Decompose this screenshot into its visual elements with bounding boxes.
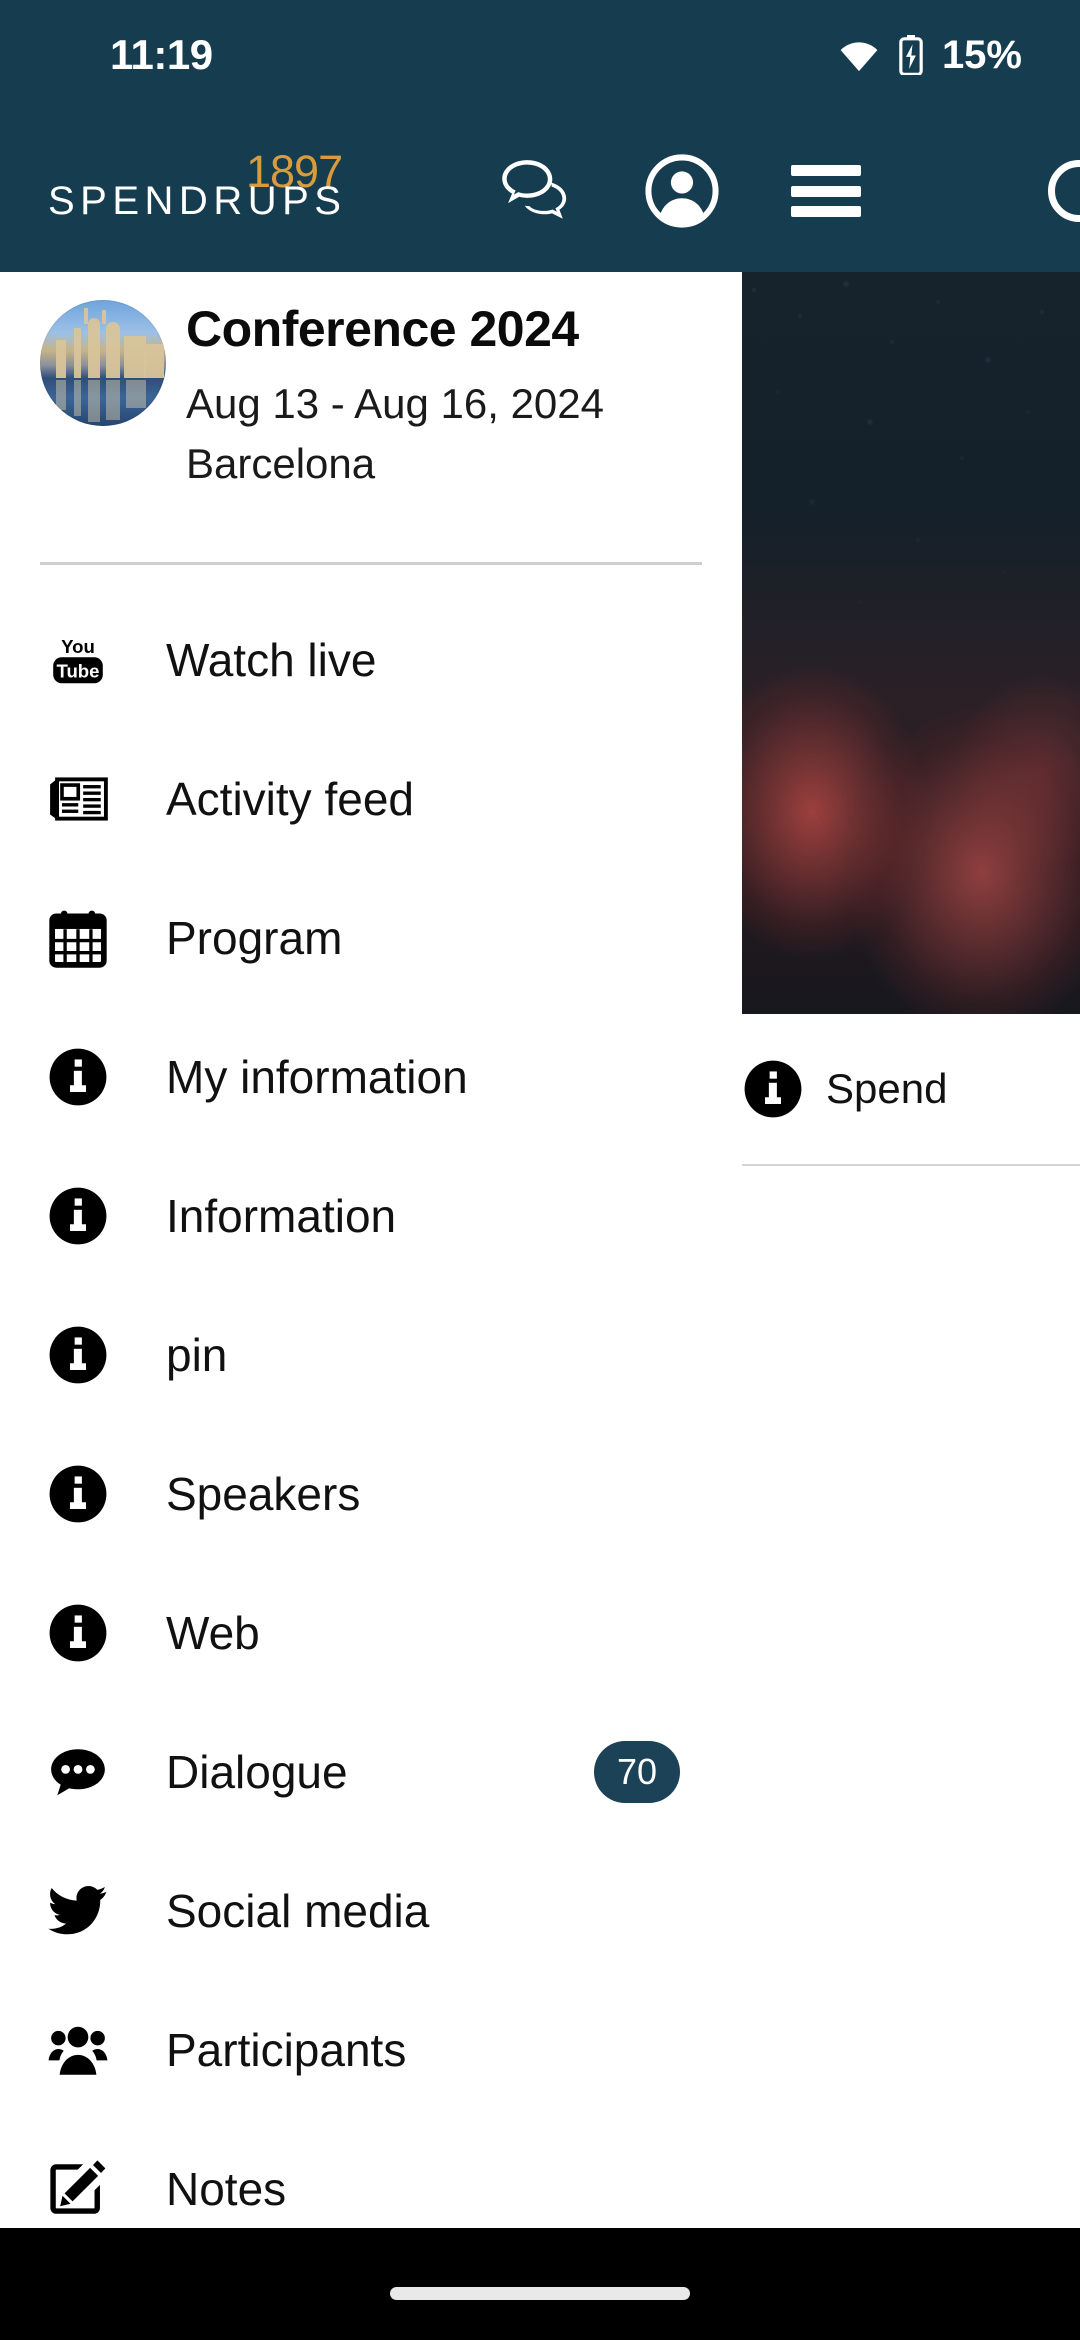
youtube-icon: You Tube <box>47 629 109 691</box>
drawer-menu-item-label: Activity feed <box>166 772 414 825</box>
battery-percent-text: 15% <box>941 32 1022 77</box>
drawer-menu-item-label: Watch live <box>166 633 377 686</box>
drawer-menu-item-label: Dialogue <box>166 1745 348 1798</box>
battery-charging-icon <box>898 35 924 75</box>
chat-bubbles-icon[interactable] <box>500 153 576 229</box>
drawer-menu-item[interactable]: Activity feed <box>0 729 742 868</box>
drawer-menu-item-label: Web <box>166 1606 260 1659</box>
pencil-square-icon <box>47 2158 109 2220</box>
drawer-menu-item-label: pin <box>166 1328 228 1381</box>
hamburger-line <box>791 165 861 176</box>
drawer-menu-item-label: Program <box>166 911 343 964</box>
newspaper-icon <box>47 768 109 830</box>
status-time: 11:19 <box>110 31 213 78</box>
drawer-menu-item[interactable]: Social media <box>0 1841 742 1980</box>
drawer-menu-item[interactable]: Program <box>0 868 742 1007</box>
drawer-menu-item[interactable]: Dialogue 70 <box>0 1702 742 1841</box>
twitter-bird-icon <box>47 1880 109 1942</box>
brand-logo[interactable]: 1897 SPENDRUPS <box>48 110 343 272</box>
brand-name-text: SPENDRUPS <box>48 179 347 223</box>
content-list-item-label: Spend <box>826 1065 948 1112</box>
drawer-divider <box>40 562 702 565</box>
svg-text:You: You <box>61 636 95 657</box>
drawer-menu: You Tube Watch live Activity feed Progra… <box>0 590 742 2258</box>
hamburger-line <box>791 185 861 197</box>
drawer-menu-item[interactable]: Information <box>0 1146 742 1285</box>
app-bar-edge-circle-icon[interactable] <box>1048 160 1080 222</box>
info-circle-icon <box>742 1058 804 1120</box>
status-indicators: 15% <box>838 0 1022 110</box>
home-gesture-pill[interactable] <box>390 2287 690 2300</box>
drawer-menu-item[interactable]: My information <box>0 1007 742 1146</box>
crowd-photo <box>742 272 1080 1014</box>
drawer-menu-item[interactable]: Web <box>0 1563 742 1702</box>
drawer-menu-item-badge: 70 <box>594 1740 680 1803</box>
drawer-menu-item[interactable]: pin <box>0 1285 742 1424</box>
drawer-menu-item[interactable]: Participants <box>0 1980 742 2119</box>
main-content-behind-drawer: Spend <box>742 272 1080 2228</box>
account-circle-icon[interactable] <box>644 153 720 229</box>
navigation-drawer: Conference 2024 Aug 13 - Aug 16, 2024 Ba… <box>0 272 742 2228</box>
calendar-icon <box>47 907 109 969</box>
info-circle-icon <box>47 1046 109 1108</box>
wifi-icon <box>838 38 880 72</box>
hamburger-line <box>791 206 861 217</box>
people-group-icon <box>47 2019 109 2081</box>
info-circle-icon <box>47 1324 109 1386</box>
event-location: Barcelona <box>186 440 376 487</box>
drawer-menu-item-label: Participants <box>166 2023 407 2076</box>
hamburger-menu-icon[interactable] <box>788 153 864 229</box>
content-list-item[interactable]: Spend <box>742 1014 1080 1164</box>
event-dates: Aug 13 - Aug 16, 2024 <box>186 380 605 427</box>
event-title: Conference 2024 <box>186 301 579 357</box>
svg-text:Tube: Tube <box>56 660 99 681</box>
info-circle-icon <box>47 1463 109 1525</box>
drawer-menu-item-label: Social media <box>166 1884 430 1937</box>
content-divider <box>742 1164 1080 1166</box>
status-bar: 11:19 15% <box>0 0 1080 110</box>
drawer-menu-item-label: My information <box>166 1050 468 1103</box>
chat-dots-icon <box>47 1741 109 1803</box>
system-navigation-bar <box>0 2228 1080 2340</box>
crowd-photo-grain <box>742 272 1080 692</box>
drawer-header: Conference 2024 Aug 13 - Aug 16, 2024 Ba… <box>0 272 742 562</box>
info-circle-icon <box>47 1602 109 1664</box>
drawer-menu-item-label: Information <box>166 1189 397 1242</box>
drawer-menu-item[interactable]: You Tube Watch live <box>0 590 742 729</box>
event-avatar <box>40 300 166 426</box>
info-circle-icon <box>47 1185 109 1247</box>
app-bar: 1897 SPENDRUPS <box>0 110 1080 272</box>
app-bar-actions <box>500 110 864 272</box>
drawer-menu-item[interactable]: Speakers <box>0 1424 742 1563</box>
drawer-menu-item-label: Speakers <box>166 1467 361 1520</box>
drawer-menu-item-label: Notes <box>166 2162 287 2215</box>
phone-screen: Spend 11:19 15% 1897 SPENDRUPS Conferenc… <box>0 0 1080 2340</box>
